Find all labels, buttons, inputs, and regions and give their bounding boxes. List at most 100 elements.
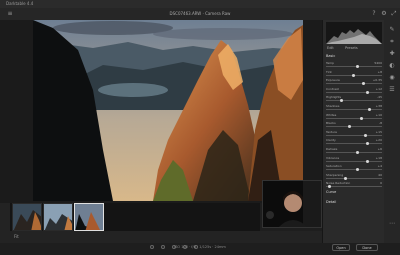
slider-value[interactable]: +10 bbox=[376, 113, 382, 117]
slider-label: Contrast bbox=[326, 86, 339, 91]
tab-presets[interactable]: Presets bbox=[345, 46, 358, 51]
slider-vibrance[interactable]: Vibrance +18 bbox=[326, 156, 382, 163]
slider-sharpening[interactable]: Sharpening 40 bbox=[326, 173, 382, 180]
histogram bbox=[326, 22, 382, 44]
slider-knob[interactable] bbox=[340, 99, 343, 103]
slider-contrast[interactable]: Contrast +12 bbox=[326, 87, 382, 94]
fullscreen-icon[interactable]: ⤢ bbox=[390, 10, 398, 18]
slider-label: Temp bbox=[326, 61, 334, 65]
zoom-level[interactable]: Fit bbox=[14, 232, 19, 242]
slider-temp[interactable]: Temp 5400 bbox=[326, 61, 382, 68]
slider-track[interactable] bbox=[326, 152, 382, 153]
slider-value[interactable]: 40 bbox=[378, 173, 382, 177]
thumbnail[interactable] bbox=[43, 203, 73, 231]
slider-track[interactable] bbox=[326, 134, 382, 136]
slider-value[interactable]: -8 bbox=[379, 121, 382, 125]
done-button[interactable]: Done bbox=[356, 244, 378, 251]
slider-value[interactable]: +8 bbox=[378, 70, 382, 74]
document-title: DSC07463.ARW · Camera Raw bbox=[169, 11, 231, 16]
slider-knob[interactable] bbox=[356, 168, 359, 172]
presets-icon[interactable]: ☰ bbox=[388, 86, 396, 94]
open-button[interactable]: Open bbox=[332, 244, 350, 251]
filmstrip bbox=[10, 203, 260, 231]
slider-value[interactable]: +20 bbox=[376, 138, 382, 142]
slider-label: Saturation bbox=[326, 164, 342, 169]
slider-track[interactable] bbox=[326, 91, 382, 93]
slider-label: Tint bbox=[326, 69, 332, 74]
slider-saturation[interactable]: Saturation +4 bbox=[326, 164, 382, 172]
section-curve[interactable]: Curve bbox=[326, 190, 382, 195]
slider-texture[interactable]: Texture +15 bbox=[326, 130, 382, 137]
slider-knob[interactable] bbox=[368, 108, 371, 111]
slider-blacks[interactable]: Blacks -8 bbox=[326, 121, 382, 129]
slider-highlights[interactable]: Highlights -45 bbox=[326, 95, 382, 103]
slider-label: Sharpening bbox=[326, 172, 344, 177]
slider-knob[interactable] bbox=[348, 125, 351, 129]
slider-exposure[interactable]: Exposure +0.35 bbox=[326, 78, 382, 86]
photo-preview[interactable] bbox=[33, 20, 303, 201]
slider-value[interactable]: +12 bbox=[376, 87, 382, 91]
thumbnail[interactable] bbox=[12, 203, 42, 231]
slider-label: Exposure bbox=[326, 78, 340, 83]
slider-track[interactable] bbox=[326, 160, 382, 162]
slider-clarity[interactable]: Clarity +20 bbox=[326, 138, 382, 146]
tab-edit[interactable]: Edit bbox=[327, 46, 334, 51]
section-detail[interactable]: Detail bbox=[326, 200, 382, 205]
settings-icon[interactable]: ⚙ bbox=[380, 10, 388, 18]
slider-knob[interactable] bbox=[366, 142, 369, 146]
webcam-overlay bbox=[262, 180, 322, 228]
slider-knob[interactable] bbox=[328, 185, 331, 189]
slider-value[interactable]: +38 bbox=[376, 104, 382, 108]
edit-panel: Edit Presets Basic Temp 5400 Tint +8 Exposur… bbox=[322, 20, 384, 243]
slider-track[interactable] bbox=[326, 100, 382, 102]
rating-dots[interactable] bbox=[150, 234, 200, 249]
slider-track[interactable] bbox=[326, 143, 382, 145]
slider-track[interactable] bbox=[326, 109, 382, 110]
slider-knob[interactable] bbox=[356, 65, 359, 68]
tool-sidebar: ✎ ⌗ ✚ ◐ ◉ ☰ ⋯ bbox=[384, 20, 400, 243]
thumbnail-selected[interactable] bbox=[74, 203, 104, 231]
slider-track[interactable] bbox=[326, 177, 382, 179]
slider-knob[interactable] bbox=[364, 133, 367, 137]
mask-icon[interactable]: ◐ bbox=[388, 62, 396, 70]
slider-noise-reduction[interactable]: Noise Reduction 0 bbox=[326, 181, 382, 189]
more-icon[interactable]: ⋯ bbox=[388, 220, 396, 228]
slider-whites[interactable]: Whites +10 bbox=[326, 113, 382, 120]
slider-value[interactable]: 5400 bbox=[374, 61, 382, 65]
edit-icon[interactable]: ✎ bbox=[388, 26, 396, 34]
redeye-icon[interactable]: ◉ bbox=[388, 74, 396, 82]
slider-knob[interactable] bbox=[362, 82, 365, 86]
slider-track[interactable] bbox=[326, 66, 382, 67]
slider-knob[interactable] bbox=[366, 90, 369, 94]
slider-value[interactable]: +15 bbox=[376, 130, 382, 134]
slider-value[interactable]: +4 bbox=[378, 164, 382, 168]
slider-knob[interactable] bbox=[352, 73, 355, 77]
slider-track[interactable] bbox=[326, 169, 382, 171]
slider-track[interactable] bbox=[326, 117, 382, 119]
slider-value[interactable]: +18 bbox=[376, 156, 382, 160]
slider-label: Whites bbox=[326, 112, 337, 117]
slider-knob[interactable] bbox=[356, 151, 359, 154]
slider-knob[interactable] bbox=[366, 159, 369, 163]
slider-tint[interactable]: Tint +8 bbox=[326, 70, 382, 77]
slider-label: Texture bbox=[326, 129, 337, 134]
slider-track[interactable] bbox=[326, 186, 382, 188]
image-canvas[interactable] bbox=[0, 20, 322, 203]
slider-track[interactable] bbox=[326, 126, 382, 128]
slider-shadows[interactable]: Shadows +38 bbox=[326, 104, 382, 111]
slider-knob[interactable] bbox=[344, 176, 347, 180]
slider-label: Highlights bbox=[326, 95, 342, 100]
crop-icon[interactable]: ⌗ bbox=[388, 38, 396, 46]
slider-value[interactable]: 0 bbox=[380, 181, 382, 185]
slider-value[interactable]: -45 bbox=[377, 95, 382, 99]
slider-value[interactable]: +0.35 bbox=[373, 78, 382, 82]
window-title: Darktable 4.4 bbox=[6, 1, 34, 6]
slider-value[interactable]: +6 bbox=[378, 147, 382, 151]
slider-knob[interactable] bbox=[360, 116, 363, 120]
heal-icon[interactable]: ✚ bbox=[388, 50, 396, 58]
slider-label: Dehaze bbox=[326, 147, 338, 151]
slider-track[interactable] bbox=[326, 83, 382, 85]
section-basic[interactable]: Basic bbox=[326, 54, 382, 59]
help-icon[interactable]: ? bbox=[370, 10, 378, 18]
slider-dehaze[interactable]: Dehaze +6 bbox=[326, 147, 382, 154]
